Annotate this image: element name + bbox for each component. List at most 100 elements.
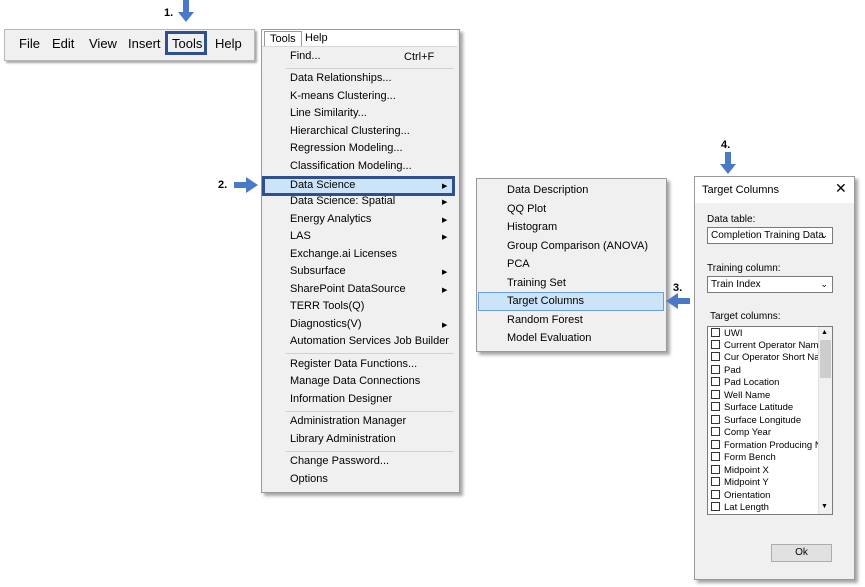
arrow-left-icon xyxy=(666,293,690,309)
submenu-item-model-evaluation[interactable]: Model Evaluation xyxy=(507,329,591,347)
list-item[interactable]: Midpoint X xyxy=(711,465,769,477)
list-item[interactable]: UWI xyxy=(711,328,742,340)
tools-menu: Tools Help Find... Ctrl+F Data Relations… xyxy=(261,29,460,493)
menu-item-data-science-spatial[interactable]: Data Science: Spatial xyxy=(290,193,395,210)
list-item[interactable]: Cur Operator Short Nam xyxy=(711,352,827,364)
menu-item-manage-connections[interactable]: Manage Data Connections xyxy=(290,373,420,390)
menu-file[interactable]: File xyxy=(19,36,40,51)
data-science-submenu: Data Description QQ Plot Histogram Group… xyxy=(476,178,667,352)
menu-view[interactable]: View xyxy=(89,36,117,51)
checkbox[interactable] xyxy=(711,490,720,499)
submenu-arrow-icon: ▶ xyxy=(442,183,448,190)
submenu-item-group-comparison[interactable]: Group Comparison (ANOVA) xyxy=(507,237,648,255)
tab-help[interactable]: Help xyxy=(300,31,333,46)
list-item[interactable]: Current Operator Name xyxy=(711,340,824,352)
arrow-down-icon xyxy=(720,152,736,174)
menu-item-register-data-functions[interactable]: Register Data Functions... xyxy=(290,356,417,373)
checkbox[interactable] xyxy=(711,352,720,361)
menu-item-subsurface[interactable]: Subsurface xyxy=(290,263,346,280)
submenu-item-data-description[interactable]: Data Description xyxy=(507,181,588,199)
list-scrollbar[interactable]: ▲ ▼ xyxy=(818,327,832,514)
training-column-label: Training column: xyxy=(707,263,781,274)
menu-item-classification[interactable]: Classification Modeling... xyxy=(290,158,412,175)
checkbox[interactable] xyxy=(711,452,720,461)
checkbox[interactable] xyxy=(711,427,720,436)
checkbox[interactable] xyxy=(711,328,720,337)
checkbox[interactable] xyxy=(711,390,720,399)
chevron-down-icon: ⌄ xyxy=(820,230,828,240)
menu-item-automation-services[interactable]: Automation Services Job Builder xyxy=(290,333,449,350)
menu-item-sharepoint[interactable]: SharePoint DataSource xyxy=(290,281,406,298)
dialog-titlebar: Target Columns ✕ xyxy=(695,177,854,203)
checkbox[interactable] xyxy=(711,415,720,424)
target-columns-label: Target columns: xyxy=(710,311,781,322)
menu-item-energy-analytics[interactable]: Energy Analytics xyxy=(290,211,371,228)
menu-item-data-relationships[interactable]: Data Relationships... xyxy=(290,70,392,87)
data-table-label: Data table: xyxy=(707,214,756,225)
list-item[interactable]: Form Bench xyxy=(711,452,776,464)
checkbox[interactable] xyxy=(711,477,720,486)
chevron-down-icon: ⌄ xyxy=(820,279,828,289)
list-item[interactable]: Surface Longitude xyxy=(711,415,801,427)
list-item[interactable]: Lat Length xyxy=(711,502,769,514)
menu-item-options[interactable]: Options xyxy=(290,471,328,488)
data-table-select[interactable]: Completion Training Data ⌄ xyxy=(707,227,833,244)
menu-item-library-administration[interactable]: Library Administration xyxy=(290,431,396,448)
submenu-arrow-icon: ▶ xyxy=(442,234,448,241)
close-icon[interactable]: ✕ xyxy=(835,181,847,195)
menu-item-find[interactable]: Find... xyxy=(290,48,321,65)
separator xyxy=(286,411,454,412)
submenu-item-training-set[interactable]: Training Set xyxy=(507,274,566,292)
menu-item-administration-manager[interactable]: Administration Manager xyxy=(290,413,406,430)
checkbox[interactable] xyxy=(711,502,720,511)
data-table-value: Completion Training Data xyxy=(711,230,824,241)
checkbox[interactable] xyxy=(711,402,720,411)
submenu-item-pca[interactable]: PCA xyxy=(507,255,530,273)
checkbox[interactable] xyxy=(711,340,720,349)
dialog-title: Target Columns xyxy=(702,184,780,196)
menu-item-hierarchical[interactable]: Hierarchical Clustering... xyxy=(290,123,410,140)
list-item[interactable]: Well Name xyxy=(711,390,770,402)
menu-help[interactable]: Help xyxy=(215,36,242,51)
menu-item-change-password[interactable]: Change Password... xyxy=(290,453,389,470)
list-item[interactable]: Pad Location xyxy=(711,377,779,389)
menu-item-regression[interactable]: Regression Modeling... xyxy=(290,140,403,157)
list-item[interactable]: Pad xyxy=(711,365,741,377)
menu-item-line-similarity[interactable]: Line Similarity... xyxy=(290,105,367,122)
menu-item-kmeans[interactable]: K-means Clustering... xyxy=(290,88,396,105)
checkbox[interactable] xyxy=(711,440,720,449)
menu-item-las[interactable]: LAS xyxy=(290,228,311,245)
checkbox[interactable] xyxy=(711,377,720,386)
find-shortcut: Ctrl+F xyxy=(404,51,435,63)
menu-item-data-science[interactable]: Data Science xyxy=(290,177,355,194)
list-item[interactable]: Surface Latitude xyxy=(711,402,793,414)
ok-button[interactable]: Ok xyxy=(771,544,832,562)
step-2-label: 2. xyxy=(218,179,228,191)
scroll-up-icon[interactable]: ▲ xyxy=(821,329,828,336)
list-item[interactable]: Comp Year xyxy=(711,427,771,439)
scrollbar-thumb[interactable] xyxy=(820,340,831,378)
menu-edit[interactable]: Edit xyxy=(52,36,74,51)
target-columns-list[interactable]: UWI Current Operator Name Cur Operator S… xyxy=(707,326,833,515)
list-item[interactable]: Orientation xyxy=(711,490,770,502)
list-item[interactable]: Midpoint Y xyxy=(711,477,769,489)
tab-tools[interactable]: Tools xyxy=(264,31,302,46)
checkbox[interactable] xyxy=(711,365,720,374)
menu-item-diagnostics[interactable]: Diagnostics(V) xyxy=(290,316,362,333)
submenu-arrow-icon: ▶ xyxy=(442,269,448,276)
submenu-item-histogram[interactable]: Histogram xyxy=(507,218,557,236)
menu-insert[interactable]: Insert xyxy=(128,36,161,51)
submenu-item-random-forest[interactable]: Random Forest xyxy=(507,311,583,329)
submenu-item-qq-plot[interactable]: QQ Plot xyxy=(507,200,546,218)
checkbox[interactable] xyxy=(711,465,720,474)
menu-item-terr-tools[interactable]: TERR Tools(Q) xyxy=(290,298,364,315)
submenu-item-target-columns[interactable]: Target Columns xyxy=(507,292,584,310)
training-column-select[interactable]: Train Index ⌄ xyxy=(707,276,833,293)
list-item[interactable]: Formation Producing Na xyxy=(711,440,827,452)
step-4-label: 4. xyxy=(721,139,731,151)
step-1-label: 1. xyxy=(164,7,174,19)
menu-item-exchange-licenses[interactable]: Exchange.ai Licenses xyxy=(290,246,397,263)
scroll-down-icon[interactable]: ▼ xyxy=(821,503,828,510)
menu-tools[interactable]: Tools xyxy=(172,36,202,51)
menu-item-information-designer[interactable]: Information Designer xyxy=(290,391,392,408)
